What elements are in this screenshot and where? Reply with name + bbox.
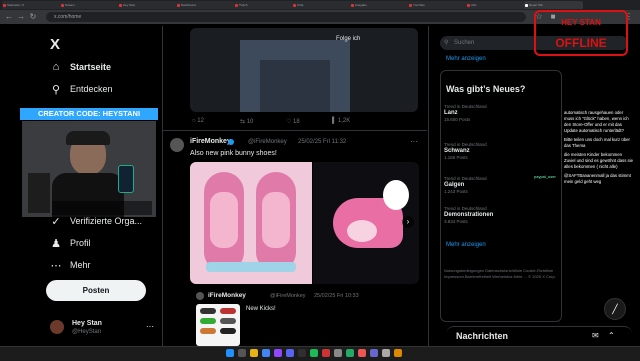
post-timestamp[interactable]: 25/02/25 Fri 11:32 — [298, 139, 346, 145]
explorer-icon[interactable] — [250, 349, 258, 357]
sidebar-item-home[interactable]: ⌂ Startseite — [50, 58, 111, 76]
chat-message: Bitte teilen uns doch mal kurz über das … — [564, 137, 630, 148]
expand-icon[interactable]: ⌃ — [608, 331, 615, 340]
show-more-link[interactable]: Mehr anzeigen — [446, 56, 486, 62]
browser-tab[interactable]: YouTube — [408, 1, 467, 9]
like-count[interactable]: ♡ 18 — [286, 118, 300, 125]
post-button[interactable]: Posten — [46, 280, 146, 301]
new-message-icon[interactable]: ✉ — [592, 331, 599, 340]
quoted-timestamp[interactable]: 25/02/25 Fri 10:33 — [314, 293, 359, 299]
heart-icon: ♡ — [286, 119, 294, 125]
trends-title: Was gibt’s Neues? — [446, 84, 526, 94]
reload-icon[interactable]: ↻ — [28, 12, 38, 22]
search-icon: ⚲ — [444, 40, 449, 46]
account-handle: @HeyStan — [72, 329, 102, 335]
more-icon: ⋯ — [50, 259, 62, 272]
quoted-text: New Kicks! — [246, 306, 276, 312]
app-icon[interactable] — [322, 349, 330, 357]
chat-username: paypal_user — [534, 174, 556, 179]
chat-message: automatisch rausgehauen oder muss ich "G… — [564, 110, 629, 133]
x-logo[interactable]: X — [50, 36, 60, 53]
post-handle[interactable]: @iFireMonkey — [248, 139, 287, 145]
browser-tab[interactable]: Ahh — [466, 1, 525, 9]
app-icon[interactable] — [382, 349, 390, 357]
trend-item[interactable]: Trend in Deutschland Schwanz 1.166 Posts — [444, 142, 487, 160]
avatar[interactable] — [50, 320, 64, 334]
sidebar-item-profile[interactable]: ♟ Profil — [50, 234, 91, 252]
avatar[interactable] — [170, 138, 184, 152]
sidebar-item-label: Verifizierte Orga... — [70, 216, 143, 226]
creator-code-banner: CREATOR CODE: HEYSTANI — [20, 108, 158, 120]
browser-tab[interactable]: Stream — [60, 1, 119, 9]
view-count[interactable]: ▌ 1,2K — [332, 118, 350, 124]
browser-tab[interactable]: Startseite / X — [2, 1, 61, 9]
profile-icon: ♟ — [51, 237, 61, 250]
reply-count[interactable]: ○ 12 — [192, 118, 204, 124]
url-field[interactable]: x.com/home — [46, 12, 526, 22]
quoted-image-shoes[interactable] — [196, 304, 240, 346]
post-author[interactable]: iFireMonkey — [190, 138, 231, 145]
show-more-link[interactable]: Mehr anzeigen — [446, 242, 486, 248]
trend-item[interactable]: Trend in Deutschland Lanz 15.600 Posts — [444, 104, 487, 122]
search-icon[interactable] — [238, 349, 246, 357]
account-menu-icon[interactable]: ⋯ — [146, 322, 154, 331]
quoted-handle[interactable]: @iFireMonkey — [270, 293, 306, 299]
avatar[interactable] — [196, 292, 204, 300]
app-icon[interactable] — [394, 349, 402, 357]
browser-tab-active[interactable]: Neuer Tab — [524, 1, 583, 9]
browser-tab[interactable]: Hey Stan — [118, 1, 177, 9]
start-icon[interactable] — [226, 349, 234, 357]
repost-icon: ⇆ — [240, 119, 247, 125]
chrome-icon[interactable] — [262, 349, 270, 357]
app-icon[interactable] — [334, 349, 342, 357]
post-more-icon[interactable]: ⋯ — [410, 137, 418, 146]
app-icon[interactable] — [358, 349, 366, 357]
stream-chat: automatisch rausgehauen oder muss ich "G… — [564, 110, 634, 270]
offline-badge: HEY STAN OFFLINE — [534, 10, 628, 56]
sidebar-item-more[interactable]: ⋯ Mehr — [50, 256, 91, 274]
sidebar-item-label: Profil — [70, 238, 91, 248]
grok-icon[interactable]: ╱ — [604, 298, 626, 320]
sidebar-item-label: Mehr — [70, 260, 91, 270]
divider — [162, 130, 427, 131]
search-icon: ⚲ — [51, 83, 61, 96]
post-image-shoes[interactable] — [190, 162, 312, 284]
webcam-overlay — [22, 121, 156, 217]
app-icon[interactable] — [346, 349, 354, 357]
quoted-author[interactable]: iFireMonkey — [208, 292, 246, 299]
offline-badge-text: OFFLINE — [555, 36, 607, 50]
browser-tab[interactable]: Dashboard — [176, 1, 235, 9]
footer-links[interactable]: Nutzungsbedingungen Datenschutzrichtlini… — [444, 268, 556, 280]
sidebar-item-explore[interactable]: ⚲ Entdecken — [50, 80, 113, 98]
sidebar-item-label: Entdecken — [70, 84, 113, 94]
chat-message: @SAFTBananenmall ja das stimmt mein geld… — [564, 173, 631, 184]
chat-message: die meisten Kinder bekommen Zuviel und s… — [564, 152, 634, 169]
browser-tab[interactable]: Ausgabe — [350, 1, 409, 9]
browser-tab[interactable]: Chat — [292, 1, 351, 9]
top-post-media[interactable] — [190, 28, 418, 112]
obs-icon[interactable] — [298, 349, 306, 357]
taskbar — [0, 346, 640, 361]
forward-icon[interactable]: → — [16, 12, 26, 22]
repost-count[interactable]: ⇆ 10 — [240, 118, 253, 125]
verified-badge-icon — [228, 139, 234, 145]
spotify-icon[interactable] — [310, 349, 318, 357]
trend-item[interactable]: Trend in Deutschland Demonstrationen 3.834… — [444, 206, 493, 224]
discord-icon[interactable] — [286, 349, 294, 357]
offline-badge-small: HEY STAN — [561, 18, 601, 27]
account-name[interactable]: Hey Stan — [72, 320, 102, 327]
post-text: Also new pink bunny shoes! — [190, 150, 277, 157]
follow-status[interactable]: Folge ich — [336, 36, 360, 42]
app-icon[interactable] — [370, 349, 378, 357]
back-icon[interactable]: ← — [4, 12, 14, 22]
home-icon: ⌂ — [52, 61, 60, 73]
browser-tab[interactable]: Twitch — [234, 1, 293, 9]
next-image-icon[interactable]: › — [402, 216, 414, 228]
trend-item[interactable]: Trend in Deutschland Galgen 1.243 Posts — [444, 176, 487, 194]
sidebar-item-label: Startseite — [70, 62, 112, 72]
messages-title[interactable]: Nachrichten — [456, 331, 508, 341]
twitch-icon[interactable] — [274, 349, 282, 357]
